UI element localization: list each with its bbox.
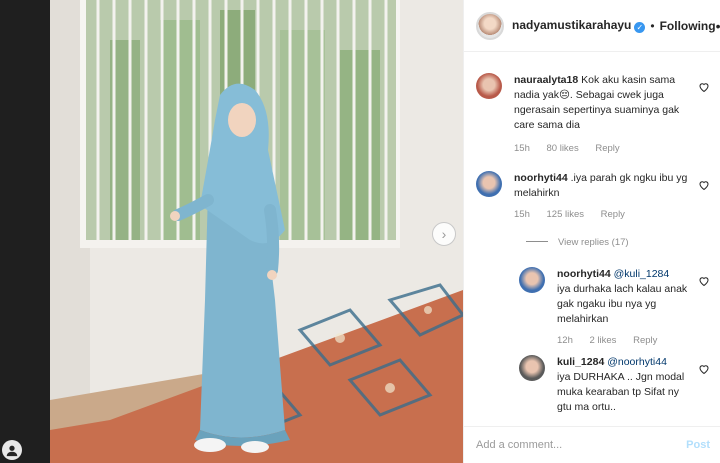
reply-username[interactable]: kuli_1284: [557, 356, 604, 368]
reply-mention[interactable]: @noorhyti44: [607, 356, 667, 368]
reply-meta: 12h 2 likes Reply: [557, 335, 671, 346]
commenter-avatar[interactable]: [476, 73, 502, 99]
modal-backdrop[interactable]: [0, 0, 50, 463]
commenter-avatar[interactable]: [519, 267, 545, 293]
comment-time: 15h: [514, 209, 530, 220]
more-options-icon[interactable]: •••: [716, 18, 720, 34]
reply-content: iya durhaka lach kalau anak gak ngaku ib…: [557, 283, 688, 325]
heart-icon[interactable]: [698, 275, 710, 287]
post-photo[interactable]: [50, 0, 463, 463]
comment-meta: 15h 125 likes Reply: [514, 209, 639, 220]
chevron-right-icon: ›: [441, 226, 447, 242]
reply-likes[interactable]: 2 likes: [590, 335, 617, 346]
clipped-text: —— ——: [548, 53, 591, 58]
comment-likes[interactable]: 80 likes: [547, 143, 579, 154]
next-post-button[interactable]: ›: [432, 222, 456, 246]
author-username[interactable]: nadyamustikarahayu ✓: [512, 18, 646, 33]
post-photo-illustration: [50, 0, 463, 463]
author-avatar[interactable]: [476, 11, 504, 40]
reply-time: 12h: [557, 335, 573, 346]
reply-username[interactable]: noorhyti44: [557, 268, 611, 280]
comment-username[interactable]: nauraalyta18: [514, 74, 578, 86]
comment-meta: 15h 80 likes Reply: [514, 143, 634, 154]
comment-likes[interactable]: 125 likes: [547, 209, 585, 220]
following-button[interactable]: Following: [660, 19, 716, 33]
add-comment-bar: Post: [464, 426, 720, 463]
heart-icon[interactable]: [698, 81, 710, 93]
comment-time: 15h: [514, 143, 530, 154]
post-button[interactable]: Post: [686, 439, 710, 451]
commenter-avatar[interactable]: [476, 171, 502, 197]
comment-input[interactable]: [476, 439, 687, 451]
reply-button[interactable]: Reply: [601, 209, 625, 220]
reply-text: noorhyti44 @kuli_1284 iya durhaka lach k…: [557, 267, 688, 327]
heart-icon[interactable]: [698, 179, 710, 191]
reply-button[interactable]: Reply: [595, 143, 619, 154]
reply-mention[interactable]: @kuli_1284: [614, 268, 670, 280]
view-replies-button[interactable]: View replies (17): [526, 237, 629, 248]
divider-line: [526, 241, 548, 242]
comment-text: noorhyti44 .iya parah gk ngku ibu yg mel…: [514, 171, 688, 201]
commenter-avatar[interactable]: [519, 355, 545, 381]
reply-text: kuli_1284 @noorhyti44 iya DURHAKA .. Jgn…: [557, 355, 688, 415]
reply-content: iya DURHAKA .. Jgn modal muka kearaban t…: [557, 371, 685, 413]
verified-badge-icon: ✓: [634, 22, 646, 33]
view-replies-label: View replies (17): [558, 237, 629, 248]
comments-list[interactable]: —— —— nauraalyta18 Kok aku kasin sama na…: [464, 53, 720, 426]
post-header: nadyamustikarahayu✓ • Following •••: [464, 0, 720, 52]
heart-icon[interactable]: [698, 363, 710, 375]
profile-icon[interactable]: [2, 440, 22, 460]
comments-sidebar: nadyamustikarahayu✓ • Following ••• —— —…: [463, 0, 720, 463]
separator-dot: •: [650, 18, 655, 33]
comment-username[interactable]: noorhyti44: [514, 172, 568, 184]
comment-text: nauraalyta18 Kok aku kasin sama nadia ya…: [514, 73, 688, 133]
reply-button[interactable]: Reply: [633, 335, 657, 346]
